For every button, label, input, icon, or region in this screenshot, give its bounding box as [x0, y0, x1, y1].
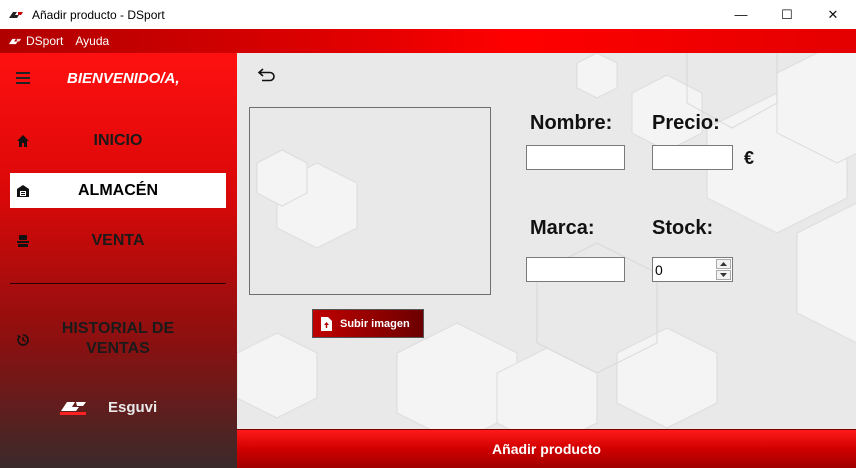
- sidebar-item-inicio[interactable]: INICIO: [10, 123, 226, 158]
- upload-image-button[interactable]: Subir imagen: [312, 309, 424, 338]
- sidebar: BIENVENIDO/A, INICIO ALMACÉN VENTA HISTO…: [0, 53, 237, 468]
- dsport-logo-icon: [9, 11, 23, 18]
- menu-item-dsport[interactable]: DSport: [8, 34, 63, 48]
- brand-label: Marca:: [530, 217, 595, 239]
- welcome-text: BIENVENIDO/A,: [67, 70, 180, 87]
- history-icon: [17, 334, 29, 346]
- add-product-button[interactable]: Añadir producto: [237, 429, 856, 468]
- sidebar-item-label: VENTA: [91, 231, 145, 249]
- dsport-logo-icon: [8, 38, 22, 44]
- sidebar-item-label: HISTORIAL DE VENTAS: [61, 320, 175, 357]
- stock-value[interactable]: 0: [655, 262, 663, 278]
- menu-bar: DSport Ayuda: [0, 29, 856, 53]
- brand-input[interactable]: [526, 257, 625, 282]
- stock-decrement-button[interactable]: [716, 270, 731, 280]
- user-profile: Esguvi: [58, 398, 157, 416]
- chevron-up-icon: [720, 262, 727, 266]
- warehouse-icon: [17, 185, 29, 197]
- hamburger-menu-icon[interactable]: [16, 72, 30, 87]
- home-icon: [17, 135, 29, 147]
- close-icon: ✕: [827, 6, 839, 22]
- dsport-logo-icon: [60, 402, 86, 415]
- add-product-label: Añadir producto: [492, 441, 601, 457]
- content-panel: Subir imagen Nombre: Precio: € Marca: St…: [237, 53, 856, 429]
- menu-item-label: Ayuda: [75, 34, 110, 48]
- stock-label: Stock:: [652, 217, 714, 239]
- chevron-down-icon: [720, 273, 727, 277]
- sale-icon: [17, 235, 29, 247]
- back-arrow-icon[interactable]: [257, 67, 277, 83]
- menu-item-label: DSport: [26, 34, 64, 48]
- sidebar-item-venta[interactable]: VENTA: [10, 223, 226, 258]
- name-label: Nombre:: [530, 112, 613, 134]
- upload-image-label: Subir imagen: [340, 317, 410, 330]
- name-input[interactable]: [526, 145, 625, 170]
- maximize-icon: ☐: [781, 6, 793, 22]
- currency-symbol: €: [744, 148, 755, 168]
- close-button[interactable]: ✕: [810, 0, 856, 29]
- user-name: Esguvi: [108, 398, 158, 416]
- stock-increment-button[interactable]: [716, 259, 731, 269]
- window-title: Añadir producto - DSport: [32, 7, 165, 22]
- price-input[interactable]: [652, 145, 733, 170]
- price-label: Precio:: [652, 112, 720, 134]
- product-image-box: [249, 107, 491, 295]
- sidebar-item-historial[interactable]: HISTORIAL DE VENTAS: [10, 319, 226, 359]
- title-bar: Añadir producto - DSport — ☐ ✕: [0, 0, 856, 29]
- stock-stepper[interactable]: 0: [652, 257, 733, 282]
- menu-item-ayuda[interactable]: Ayuda: [75, 34, 109, 48]
- maximize-button[interactable]: ☐: [764, 0, 810, 29]
- sidebar-item-almacen[interactable]: ALMACÉN: [10, 173, 226, 208]
- sidebar-item-label: INICIO: [93, 131, 143, 149]
- sidebar-divider: [10, 283, 226, 284]
- minimize-button[interactable]: —: [718, 0, 764, 29]
- minimize-icon: —: [734, 7, 748, 22]
- sidebar-item-label: ALMACÉN: [78, 181, 158, 199]
- file-upload-icon: [321, 316, 332, 331]
